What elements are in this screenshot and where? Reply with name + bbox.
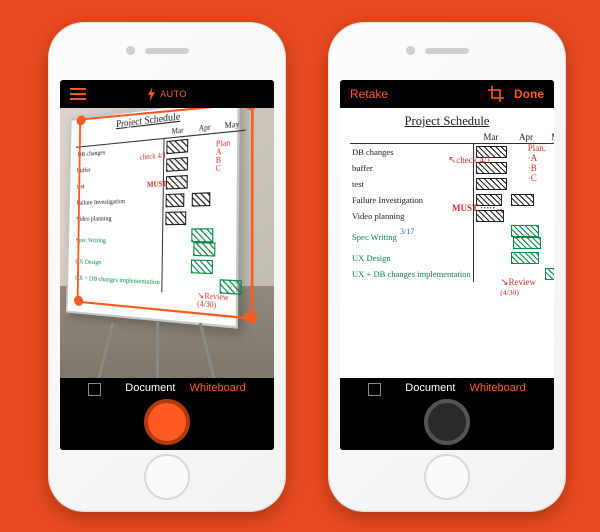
wb-bar xyxy=(166,157,188,172)
mode-whiteboard[interactable]: Whiteboard xyxy=(469,382,525,395)
annot-must: MUST ·····→ xyxy=(452,204,504,213)
retake-label: Retake xyxy=(350,87,388,101)
wb-bar xyxy=(511,194,535,206)
annot-review: ↘Review(4/30) xyxy=(197,291,229,311)
wb-col-may: May xyxy=(543,131,554,144)
topbar-right: Retake Done xyxy=(340,80,554,108)
wb-bar xyxy=(166,211,187,225)
wb-bar xyxy=(511,225,539,237)
wb-row-label: Failure Investigation xyxy=(75,192,164,212)
wb-bar xyxy=(513,237,541,249)
retake-button[interactable]: Retake xyxy=(350,87,388,101)
wb-col-mar: Mar xyxy=(473,131,508,144)
screen-right: Retake Done Project Schedule Mar Apr xyxy=(340,80,554,450)
crop-icon xyxy=(488,86,504,102)
phone-front-camera xyxy=(406,46,415,55)
shutter-button[interactable] xyxy=(144,399,190,445)
frame-icon xyxy=(368,383,381,396)
bottombar-left: Document Whiteboard xyxy=(60,378,274,450)
wb-row-label: UX + DB changes implementation xyxy=(350,266,473,282)
mode-selector-left[interactable]: Document Whiteboard xyxy=(88,382,245,395)
annot-plan: Plan.·A·B·C xyxy=(528,144,546,184)
mode-selector-right[interactable]: Document Whiteboard xyxy=(368,382,525,395)
annot-must: MUST xyxy=(147,181,167,190)
wb-bar xyxy=(167,139,189,154)
easel: Project Schedule Mar Apr May DB changesb… xyxy=(68,118,268,348)
wb-bar xyxy=(476,178,507,190)
mode-document[interactable]: Document xyxy=(125,382,175,395)
wb-bar xyxy=(511,252,539,264)
hamburger-icon xyxy=(70,88,86,100)
mode-whiteboard[interactable]: Whiteboard xyxy=(189,382,245,395)
wb-col-apr: Apr xyxy=(509,131,544,144)
done-button[interactable]: Done xyxy=(514,87,544,101)
wb-bar xyxy=(166,193,185,207)
whiteboard-content-left: Project Schedule Mar Apr May DB changesb… xyxy=(68,108,238,302)
home-button[interactable] xyxy=(144,454,190,500)
wb-row-label: Video planning xyxy=(74,210,163,228)
wb-bar xyxy=(192,192,210,206)
annot-review: ↘Review(4/30) xyxy=(500,278,536,297)
whiteboard-content-right: Project Schedule Mar Apr May DB changesb… xyxy=(344,110,550,376)
shutter-button-disabled xyxy=(424,399,470,445)
wb-bar xyxy=(545,268,554,280)
annot-check: ↖check 4/1 xyxy=(448,156,491,166)
wb-row-label: UX Design xyxy=(350,250,473,266)
phone-earpiece xyxy=(425,48,469,54)
flash-toggle[interactable]: AUTO xyxy=(147,87,187,101)
menu-button[interactable] xyxy=(70,88,86,100)
wb-row-label: UX + DB changes implementation xyxy=(73,270,162,292)
crop-button[interactable] xyxy=(488,86,504,102)
home-button[interactable] xyxy=(424,454,470,500)
whiteboard-capture: Project Schedule Mar Apr May DB changesb… xyxy=(66,108,240,329)
wb-row-label: test xyxy=(350,176,473,192)
easel-legs xyxy=(98,322,218,378)
bottombar-right: Document Whiteboard xyxy=(340,378,554,450)
viewfinder-left[interactable]: Project Schedule Mar Apr May DB changesb… xyxy=(60,108,274,378)
phone-right: Retake Done Project Schedule Mar Apr xyxy=(328,22,566,512)
screen-left: AUTO Project Schedule Mar Apr May xyxy=(60,80,274,450)
mode-document[interactable]: Document xyxy=(405,382,455,395)
topbar-left: AUTO xyxy=(60,80,274,108)
wb-title: Project Schedule xyxy=(350,114,544,129)
wb-bar xyxy=(191,259,213,274)
flash-icon xyxy=(147,87,156,101)
done-label: Done xyxy=(514,87,544,101)
wb-row-label: Spec Writing xyxy=(74,227,163,256)
annot-date: 3/17 xyxy=(400,228,414,236)
flash-label: AUTO xyxy=(160,89,187,99)
annot-plan: PlanABC xyxy=(216,139,231,173)
phone-front-camera xyxy=(126,46,135,55)
frame-icon xyxy=(88,383,101,396)
phone-left: AUTO Project Schedule Mar Apr May xyxy=(48,22,286,512)
crop-handle-tr[interactable] xyxy=(245,108,258,111)
viewfinder-right[interactable]: Project Schedule Mar Apr May DB changesb… xyxy=(340,108,554,378)
wb-bar xyxy=(192,228,214,242)
wb-bar xyxy=(166,175,188,190)
phone-earpiece xyxy=(145,48,189,54)
wb-bar xyxy=(193,242,215,256)
